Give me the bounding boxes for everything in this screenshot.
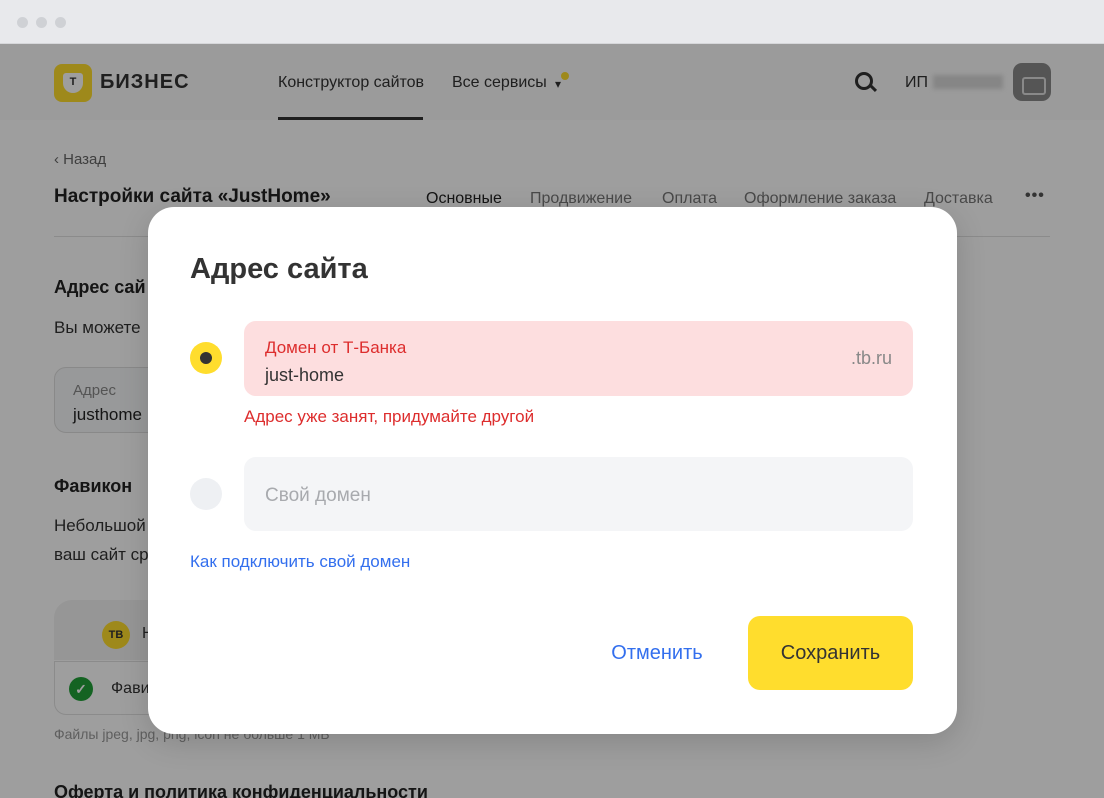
bank-domain-error: Адрес уже занят, придумайте другой: [244, 407, 535, 426]
own-domain-help-link[interactable]: Как подключить свой домен: [190, 552, 410, 572]
dialog-title: Адрес сайта: [190, 253, 368, 285]
site-address-dialog: Адрес сайта Домен от Т-Банка just-home .…: [148, 207, 957, 734]
bank-domain-field[interactable]: Домен от Т-Банка just-home .tb.ru: [244, 321, 913, 396]
browser-titlebar: [0, 0, 1104, 44]
domain-suffix: .tb.ru: [850, 348, 892, 368]
save-button[interactable]: Сохранить: [748, 616, 913, 690]
own-domain-field[interactable]: Свой домен: [244, 457, 913, 531]
bank-domain-input[interactable]: just-home: [265, 365, 344, 386]
radio-bank-domain[interactable]: [190, 342, 222, 374]
cancel-button[interactable]: Отменить: [596, 616, 718, 690]
window-maximize-dot[interactable]: [55, 17, 66, 28]
own-domain-placeholder: Свой домен: [265, 485, 371, 506]
window-close-dot[interactable]: [17, 17, 28, 28]
radio-own-domain[interactable]: [190, 478, 222, 510]
window-minimize-dot[interactable]: [36, 17, 47, 28]
bank-domain-label: Домен от Т-Банка: [265, 338, 407, 357]
